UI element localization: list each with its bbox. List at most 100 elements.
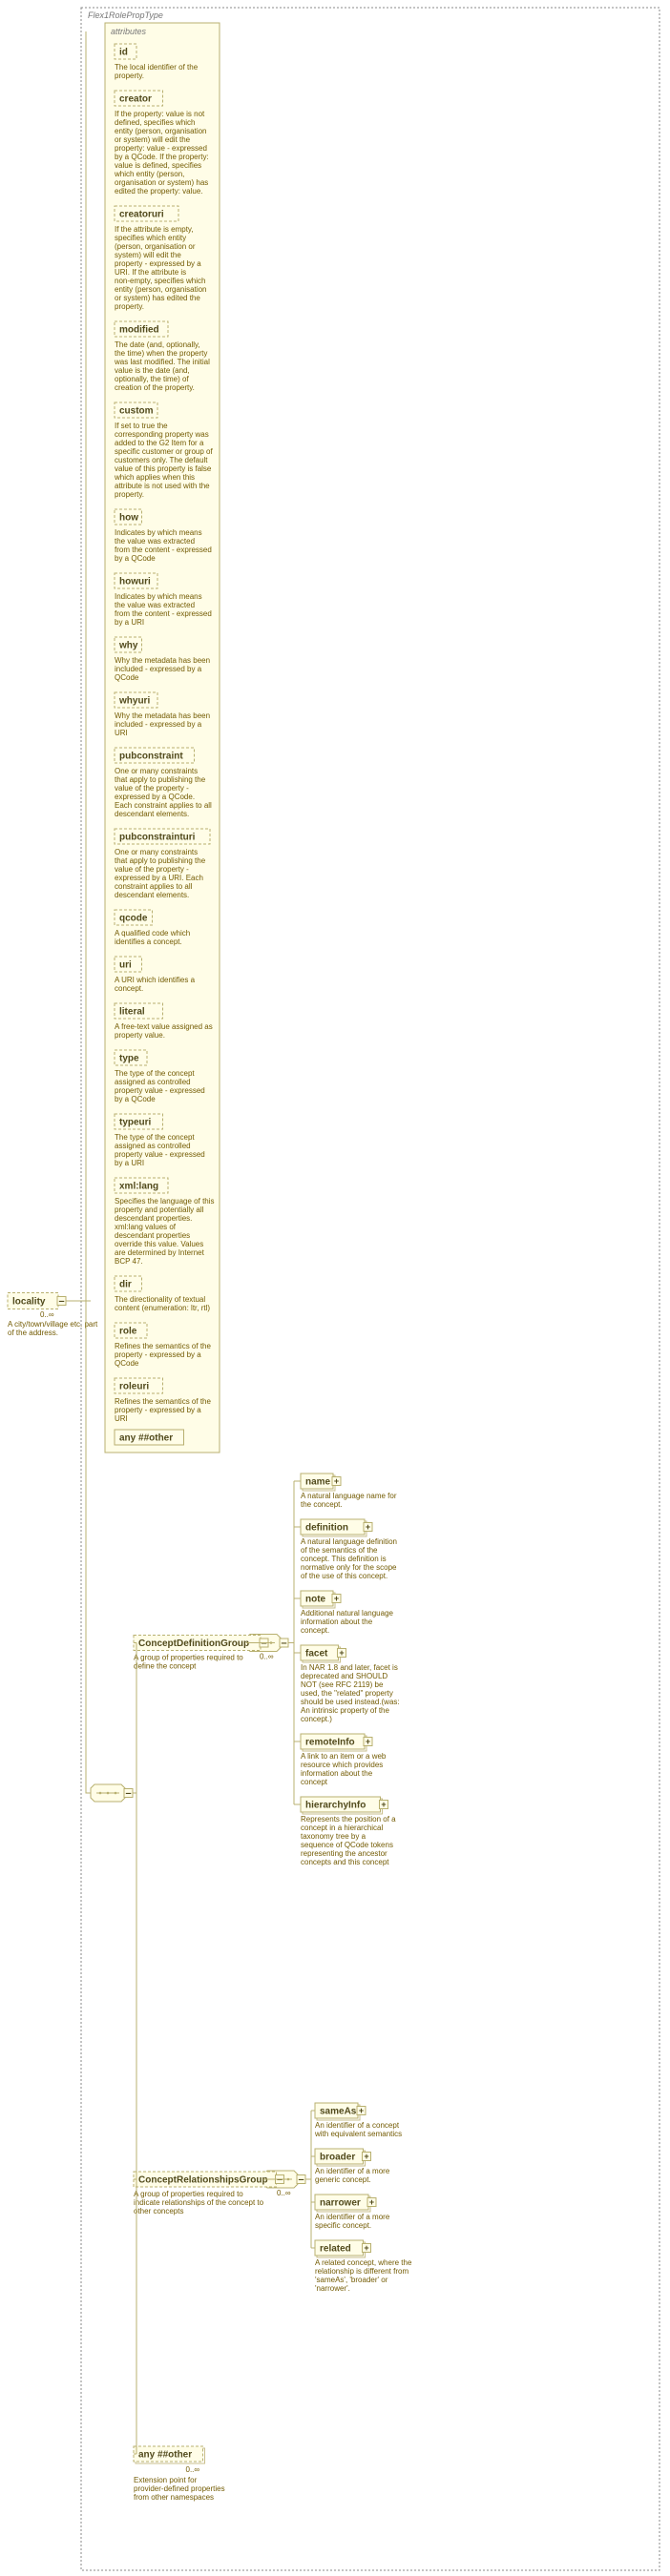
- svg-text:'narrower'.: 'narrower'.: [315, 2284, 350, 2293]
- svg-text:–: –: [281, 1638, 286, 1649]
- svg-text:concept.: concept.: [115, 984, 143, 993]
- svg-text:value of this property is fals: value of this property is false: [115, 464, 212, 473]
- svg-text:any ##other: any ##other: [119, 1433, 173, 1444]
- svg-text:descendant elements.: descendant elements.: [115, 891, 189, 899]
- svg-text:A URI which identifies a: A URI which identifies a: [115, 976, 196, 984]
- svg-text:+: +: [364, 2152, 368, 2161]
- svg-text:indicate relationships of the: indicate relationships of the concept to: [134, 2198, 264, 2207]
- svg-text:assigned as controlled: assigned as controlled: [115, 1142, 191, 1150]
- svg-text:An identifier of a more: An identifier of a more: [315, 2167, 390, 2175]
- svg-text:constraint applies to all: constraint applies to all: [115, 882, 193, 891]
- svg-text:Specifies the language of this: Specifies the language of this: [115, 1197, 215, 1206]
- svg-text:pubconstrainturi: pubconstrainturi: [119, 833, 196, 843]
- svg-text:other concepts: other concepts: [134, 2207, 183, 2215]
- svg-text:entity (person, organisation: entity (person, organisation: [115, 127, 207, 135]
- svg-text:value is the date (and,: value is the date (and,: [115, 366, 190, 375]
- svg-text:+: +: [366, 1522, 370, 1532]
- svg-text:the time) when the property: the time) when the property: [115, 349, 207, 358]
- schema-diagram: Flex1RolePropType locality – 0..∞ A city…: [0, 0, 670, 2576]
- svg-text:representing the ancestor: representing the ancestor: [301, 1849, 387, 1858]
- svg-text:from the content - expressed: from the content - expressed: [115, 546, 212, 554]
- svg-text:Indicates by which means: Indicates by which means: [115, 592, 202, 601]
- svg-text:(person, organisation or: (person, organisation or: [115, 242, 196, 251]
- svg-text:locality: locality: [12, 1297, 46, 1308]
- svg-text:non-empty, specifies which: non-empty, specifies which: [115, 277, 205, 285]
- svg-text:An identifier of a concept: An identifier of a concept: [315, 2121, 400, 2130]
- svg-text:facet: facet: [305, 1649, 328, 1659]
- svg-text:xml:lang: xml:lang: [119, 1182, 158, 1192]
- svg-text:concept.: concept.: [301, 1626, 329, 1635]
- svg-text:URI. If the attribute is: URI. If the attribute is: [115, 268, 186, 277]
- svg-text:which applies when this: which applies when this: [114, 473, 195, 482]
- svg-text:If the attribute is empty,: If the attribute is empty,: [115, 225, 194, 234]
- svg-text:id: id: [119, 48, 128, 58]
- svg-text:0..∞: 0..∞: [260, 1653, 274, 1661]
- svg-text:that apply to publishing the: that apply to publishing the: [115, 775, 206, 784]
- svg-text:used, the "related" property: used, the "related" property: [301, 1689, 393, 1698]
- svg-text:If set to true the: If set to true the: [115, 422, 168, 430]
- svg-text:narrower: narrower: [320, 2198, 361, 2209]
- svg-text:0..∞: 0..∞: [277, 2189, 291, 2197]
- svg-text:If the property: value is not: If the property: value is not: [115, 110, 205, 118]
- svg-text:concept: concept: [301, 1778, 328, 1786]
- svg-text:concept in a hierarchical: concept in a hierarchical: [301, 1824, 383, 1832]
- svg-text:property - expressed by a: property - expressed by a: [115, 1350, 201, 1359]
- svg-text:defined, specifies which: defined, specifies which: [115, 118, 196, 127]
- svg-text:sequence of QCode tokens: sequence of QCode tokens: [301, 1841, 393, 1849]
- type-label: Flex1RolePropType: [88, 10, 163, 20]
- svg-text:–: –: [125, 1787, 131, 1799]
- svg-text:taxonomy tree by a: taxonomy tree by a: [301, 1832, 366, 1841]
- svg-text:descendant properties: descendant properties: [115, 1231, 190, 1240]
- svg-text:URI: URI: [115, 729, 128, 737]
- svg-text:+: +: [334, 1594, 339, 1603]
- svg-text:concepts and this concept: concepts and this concept: [301, 1858, 389, 1866]
- svg-text:with equivalent semantics: with equivalent semantics: [314, 2130, 402, 2138]
- svg-text:of the semantics of the: of the semantics of the: [301, 1546, 378, 1555]
- svg-text:creation of the property.: creation of the property.: [115, 383, 195, 392]
- svg-text:optionally, the time) of: optionally, the time) of: [115, 375, 189, 383]
- svg-text:A city/town/village etc. part: A city/town/village etc. part: [8, 1320, 98, 1329]
- svg-text:A group of properties required: A group of properties required to: [134, 2190, 243, 2198]
- svg-text:NOT (see RFC 2119) be: NOT (see RFC 2119) be: [301, 1680, 384, 1689]
- svg-text:A natural language definition: A natural language definition: [301, 1537, 397, 1546]
- svg-text:type: type: [119, 1054, 139, 1064]
- svg-text:0..∞: 0..∞: [186, 2465, 200, 2474]
- svg-text:system) will edit the: system) will edit the: [115, 251, 181, 259]
- svg-text:A related concept, where the: A related concept, where the: [315, 2258, 412, 2267]
- svg-text:One or many constraints: One or many constraints: [115, 848, 198, 856]
- svg-text:how: how: [119, 513, 138, 524]
- svg-text:+: +: [359, 2106, 364, 2115]
- svg-text:specific customer or group of: specific customer or group of: [115, 447, 213, 456]
- svg-text:edited the property: value.: edited the property: value.: [115, 187, 203, 196]
- svg-text:Why the metadata has been: Why the metadata has been: [115, 656, 210, 665]
- svg-text:Each constraint applies to all: Each constraint applies to all: [115, 801, 212, 810]
- svg-text:descendant properties.: descendant properties.: [115, 1214, 192, 1223]
- svg-text:or system) has edited the: or system) has edited the: [115, 294, 200, 302]
- svg-text:ConceptRelationshipsGroup: ConceptRelationshipsGroup: [138, 2175, 268, 2186]
- svg-text:'sameAs', 'broader' or: 'sameAs', 'broader' or: [315, 2276, 388, 2284]
- svg-text:qcode: qcode: [119, 914, 148, 924]
- svg-text:entity (person, organisation: entity (person, organisation: [115, 285, 207, 294]
- svg-text:broader: broader: [320, 2153, 355, 2163]
- svg-text:BCP 47.: BCP 47.: [115, 1257, 143, 1266]
- svg-text:added to the G2 Item for a: added to the G2 Item for a: [115, 439, 204, 447]
- svg-text:property value.: property value.: [115, 1031, 165, 1040]
- svg-text:A qualified code which: A qualified code which: [115, 929, 190, 938]
- svg-text:information about the: information about the: [301, 1618, 373, 1626]
- svg-text:hierarchyInfo: hierarchyInfo: [305, 1801, 366, 1811]
- element-locality: locality – 0..∞ A city/town/village etc.…: [8, 1293, 98, 1338]
- svg-text:The date (and, optionally,: The date (and, optionally,: [115, 340, 200, 349]
- svg-text:should be used instead.(was:: should be used instead.(was:: [301, 1698, 400, 1706]
- svg-text:property value - expressed: property value - expressed: [115, 1086, 205, 1095]
- svg-text:concept.): concept.): [301, 1715, 332, 1723]
- svg-text:Indicates by which means: Indicates by which means: [115, 528, 202, 537]
- svg-text:A free-text value assigned as: A free-text value assigned as: [115, 1022, 213, 1031]
- svg-text:dir: dir: [119, 1280, 132, 1290]
- svg-text:property.: property.: [115, 490, 144, 499]
- conn-locality-seq: [66, 1301, 91, 1793]
- svg-text:Why the metadata has been: Why the metadata has been: [115, 711, 210, 720]
- svg-text:0..∞: 0..∞: [40, 1310, 54, 1319]
- svg-text:by a QCode: by a QCode: [115, 1095, 156, 1103]
- svg-text:note: note: [305, 1595, 326, 1605]
- svg-text:value is defined, specifies: value is defined, specifies: [115, 161, 201, 170]
